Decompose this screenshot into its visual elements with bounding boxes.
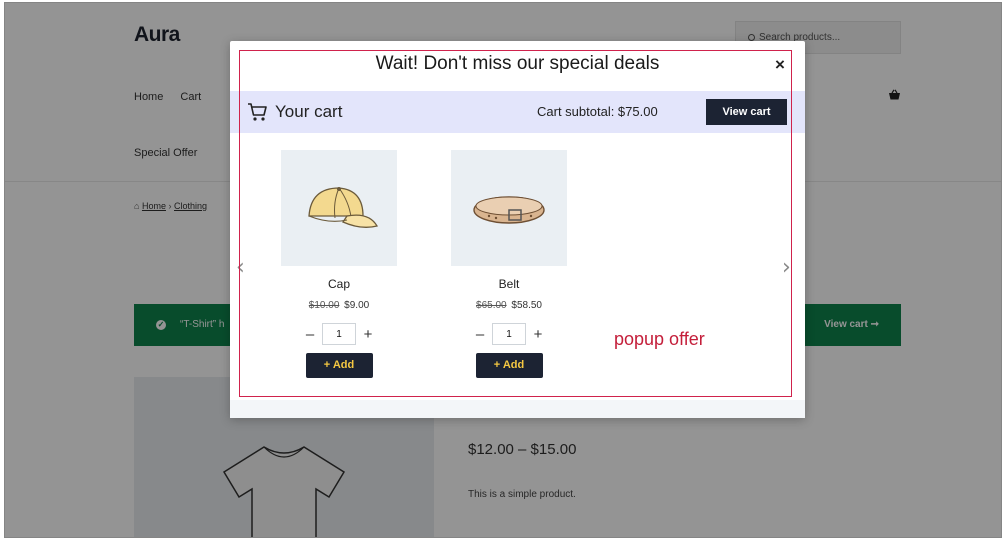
add-to-cart-button[interactable]: + Add [305, 353, 373, 378]
sale-price: $9.00 [344, 300, 370, 311]
quantity-input[interactable] [492, 323, 526, 345]
minus-button[interactable]: – [304, 326, 316, 343]
carousel-prev-icon[interactable]: ‹ [236, 255, 245, 280]
product-card-belt: Belt $65.00 $58.50 – + + Add [451, 150, 567, 378]
product-thumbnail[interactable] [451, 150, 567, 266]
product-thumbnail[interactable] [281, 150, 397, 266]
annotation-label: popup offer [614, 329, 705, 349]
special-deals-popup: Wait! Don't miss our special deals × You… [230, 41, 805, 418]
product-card-cap: Cap $10.00 $9.00 – + + Add [281, 150, 397, 378]
sale-price: $58.50 [511, 300, 542, 311]
plus-button[interactable]: + [362, 326, 374, 343]
product-price: $65.00 $58.50 [451, 300, 567, 311]
quantity-stepper: – + [281, 323, 397, 345]
product-price: $10.00 $9.00 [281, 300, 397, 311]
shopping-cart-icon [248, 103, 267, 121]
carousel-next-icon[interactable]: › [782, 255, 791, 280]
minus-button[interactable]: – [474, 326, 486, 343]
close-icon[interactable]: × [775, 55, 785, 75]
view-cart-button[interactable]: View cart [706, 99, 787, 125]
add-to-cart-button[interactable]: + Add [475, 353, 543, 378]
quantity-input[interactable] [322, 323, 356, 345]
popup-footer [230, 400, 805, 418]
original-price: $65.00 [476, 300, 507, 311]
product-name[interactable]: Belt [451, 277, 567, 291]
original-price: $10.00 [308, 300, 340, 311]
cart-summary-bar: Your cart Cart subtotal: $75.00 View car… [230, 91, 805, 133]
product-name[interactable]: Cap [281, 277, 397, 291]
quantity-stepper: – + [451, 323, 567, 345]
cart-subtotal: Cart subtotal: $75.00 [537, 104, 658, 119]
plus-button[interactable]: + [532, 326, 544, 343]
belt-image [473, 196, 545, 224]
cap-image [308, 187, 378, 228]
popup-title: Wait! Don't miss our special deals [375, 53, 660, 74]
cart-title: Your cart [275, 102, 343, 121]
